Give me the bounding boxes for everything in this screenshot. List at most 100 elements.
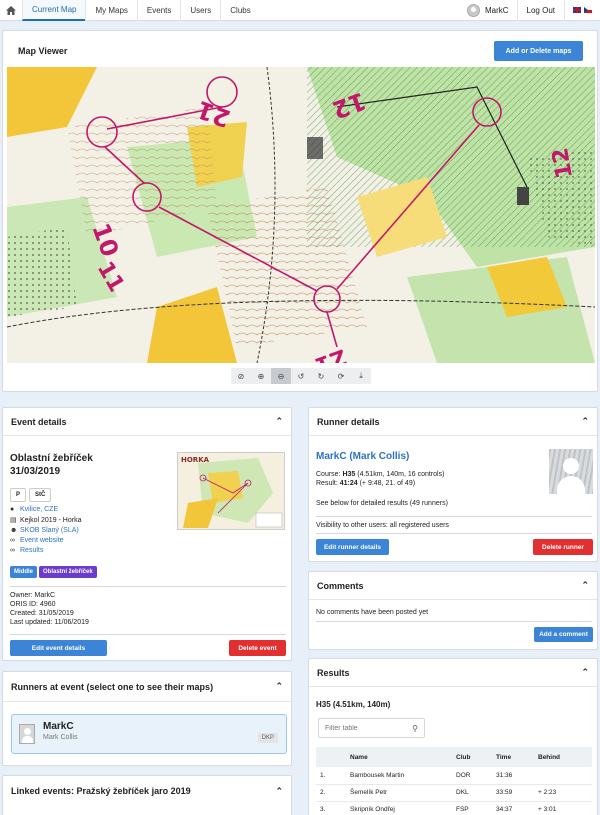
zoom-out-icon[interactable]: ⊖ <box>271 368 291 384</box>
tab-events[interactable]: Events <box>136 0 180 21</box>
delete-event-button[interactable]: Delete event <box>229 640 286 656</box>
event-details-panel: Event details ⌃ Oblastní žebříček 31/03/2… <box>2 407 292 661</box>
user-menu[interactable]: MarkC <box>459 3 517 17</box>
rotate-icon[interactable]: ⊘ <box>231 368 251 384</box>
visibility-text: Visibility to other users: all registere… <box>316 522 449 529</box>
runner-details-panel: Runner details ⌃ MarkC (Mark Collis) Cour… <box>308 407 598 562</box>
name-cell: Šemelík Petr <box>346 784 452 802</box>
linked-events-panel: Linked events: Pražský žebříček jaro 201… <box>2 775 292 815</box>
name-cell: Skripník Ondřej <box>346 801 452 815</box>
col-time[interactable]: Time <box>492 747 534 767</box>
map-icon: ▤ <box>10 517 17 524</box>
event-website-link[interactable]: Event website <box>20 537 64 544</box>
results-course: H35 (4.51km, 140m) <box>316 700 391 709</box>
home-icon[interactable] <box>0 0 22 21</box>
chevron-up-icon[interactable]: ⌃ <box>581 667 589 678</box>
col-name[interactable]: Name <box>346 747 452 767</box>
tab-users[interactable]: Users <box>180 0 220 21</box>
runner-avatar <box>19 724 35 744</box>
event-badge: P <box>10 488 27 502</box>
behind-cell: + 3:01 <box>534 801 592 815</box>
orienteering-map[interactable]: 21 12 10 11 Z1 12 <box>7 67 595 363</box>
tab-clubs[interactable]: Clubs <box>220 0 259 21</box>
event-date: 31/03/2019 <box>10 466 61 477</box>
tab-my-maps[interactable]: My Maps <box>85 0 136 21</box>
edit-runner-button[interactable]: Edit runner details <box>316 539 389 555</box>
chevron-up-icon[interactable]: ⌃ <box>581 580 589 591</box>
course-prefix: Course: <box>316 471 343 478</box>
link-icon: ∞ <box>10 547 15 554</box>
time-cell: 34:37 <box>492 801 534 815</box>
time-cell: 31:36 <box>492 767 534 785</box>
add-comment-button[interactable]: Add a comment <box>534 627 593 642</box>
thumbnail-title: HORKA <box>181 456 210 464</box>
logout-link[interactable]: Log Out <box>516 0 564 21</box>
table-row[interactable]: 3. Skripník Ondřej FSP 34:37 + 3:01 <box>316 801 592 815</box>
event-details-header: Event details <box>11 416 67 427</box>
event-created: Created: 31/05/2019 <box>10 610 74 617</box>
event-results-link[interactable]: Results <box>20 547 43 554</box>
runner-photo <box>549 449 593 494</box>
event-map-thumbnail[interactable]: HORKA <box>177 452 285 530</box>
course-info: (4.51km, 140m, 16 controls) <box>355 471 445 478</box>
chevron-up-icon[interactable]: ⌃ <box>275 786 283 797</box>
top-nav: Current Map My Maps Events Users Clubs M… <box>0 0 600 21</box>
club-cell: FSP <box>452 801 492 815</box>
runner-details-header: Runner details <box>317 416 380 427</box>
behind-cell: + 2:23 <box>534 784 592 802</box>
runners-at-event-header: Runners at event (select one to see thei… <box>11 681 214 692</box>
col-rank[interactable] <box>316 747 346 767</box>
event-updated: Last updated: 11/06/2019 <box>10 619 89 626</box>
results-panel: Results ⌃ H35 (4.51km, 140m) ⚲ Name Club … <box>308 658 598 815</box>
reset-icon[interactable]: ⟳ <box>331 368 351 384</box>
results-table: Name Club Time Behind 1. Bambousek Marti… <box>316 747 592 815</box>
chevron-up-icon[interactable]: ⌃ <box>581 416 589 427</box>
chevron-up-icon[interactable]: ⌃ <box>275 416 283 427</box>
no-comments-text: No comments have been posted yet <box>316 609 429 616</box>
runner-details-name[interactable]: MarkC (Mark Collis) <box>316 451 409 462</box>
location-pin-icon: ● <box>10 506 15 513</box>
event-name: Oblastní žebříček <box>10 453 93 464</box>
rank-cell: 1. <box>316 767 346 785</box>
uk-flag-icon[interactable] <box>573 7 581 13</box>
event-club[interactable]: SKOB Slaný (SLA) <box>20 527 79 534</box>
rank-cell: 2. <box>316 784 346 802</box>
runner-full-name: Mark Collis <box>43 734 78 741</box>
col-behind[interactable]: Behind <box>534 747 592 767</box>
rotate-left-icon[interactable]: ↺ <box>291 368 311 384</box>
event-tag: Middle <box>10 566 37 578</box>
map-viewer-panel: Map Viewer Add or Delete maps 21 12 10 1… <box>2 30 598 392</box>
runner-club-badge: DKP <box>257 733 278 743</box>
delete-runner-button[interactable]: Delete runner <box>533 539 593 555</box>
col-club[interactable]: Club <box>452 747 492 767</box>
event-owner: Owner: MarkC <box>10 592 56 599</box>
comments-header: Comments <box>317 580 364 591</box>
add-delete-maps-button[interactable]: Add or Delete maps <box>494 41 583 61</box>
users-icon: ☻ <box>10 527 18 534</box>
table-row[interactable]: 1. Bambousek Martin DOR 31:36 <box>316 767 592 785</box>
time-cell: 33:59 <box>492 784 534 802</box>
behind-cell <box>534 767 592 785</box>
filter-input[interactable] <box>325 724 405 732</box>
result-prefix: Result: <box>316 480 340 487</box>
event-oris-id: ORIS ID: 4960 <box>10 601 56 608</box>
tab-current-map[interactable]: Current Map <box>22 0 86 21</box>
event-map: Kejkol 2019 - Horka <box>20 516 82 524</box>
avatar <box>466 3 480 17</box>
zoom-in-icon[interactable]: ⊕ <box>251 368 271 384</box>
see-below-text: See below for detailed results (49 runne… <box>316 500 448 507</box>
event-tag: Oblastní žebříček <box>39 566 97 578</box>
runner-card[interactable]: MarkC Mark Collis DKP <box>11 714 287 754</box>
edit-event-button[interactable]: Edit event details <box>10 640 107 656</box>
download-icon[interactable]: ⤓ <box>351 368 371 384</box>
search-icon: ⚲ <box>412 723 418 733</box>
cz-flag-icon[interactable] <box>584 7 592 13</box>
filter-field[interactable]: ⚲ <box>318 718 425 738</box>
runners-at-event-panel: Runners at event (select one to see thei… <box>2 671 292 766</box>
results-header: Results <box>317 667 350 678</box>
rotate-right-icon[interactable]: ↻ <box>311 368 331 384</box>
event-location[interactable]: Kvilice, CZE <box>20 506 58 513</box>
chevron-up-icon[interactable]: ⌃ <box>275 681 283 692</box>
table-row[interactable]: 2. Šemelík Petr DKL 33:59 + 2:23 <box>316 784 592 802</box>
result-info: (+ 9:48, 21. of 49) <box>357 480 416 487</box>
